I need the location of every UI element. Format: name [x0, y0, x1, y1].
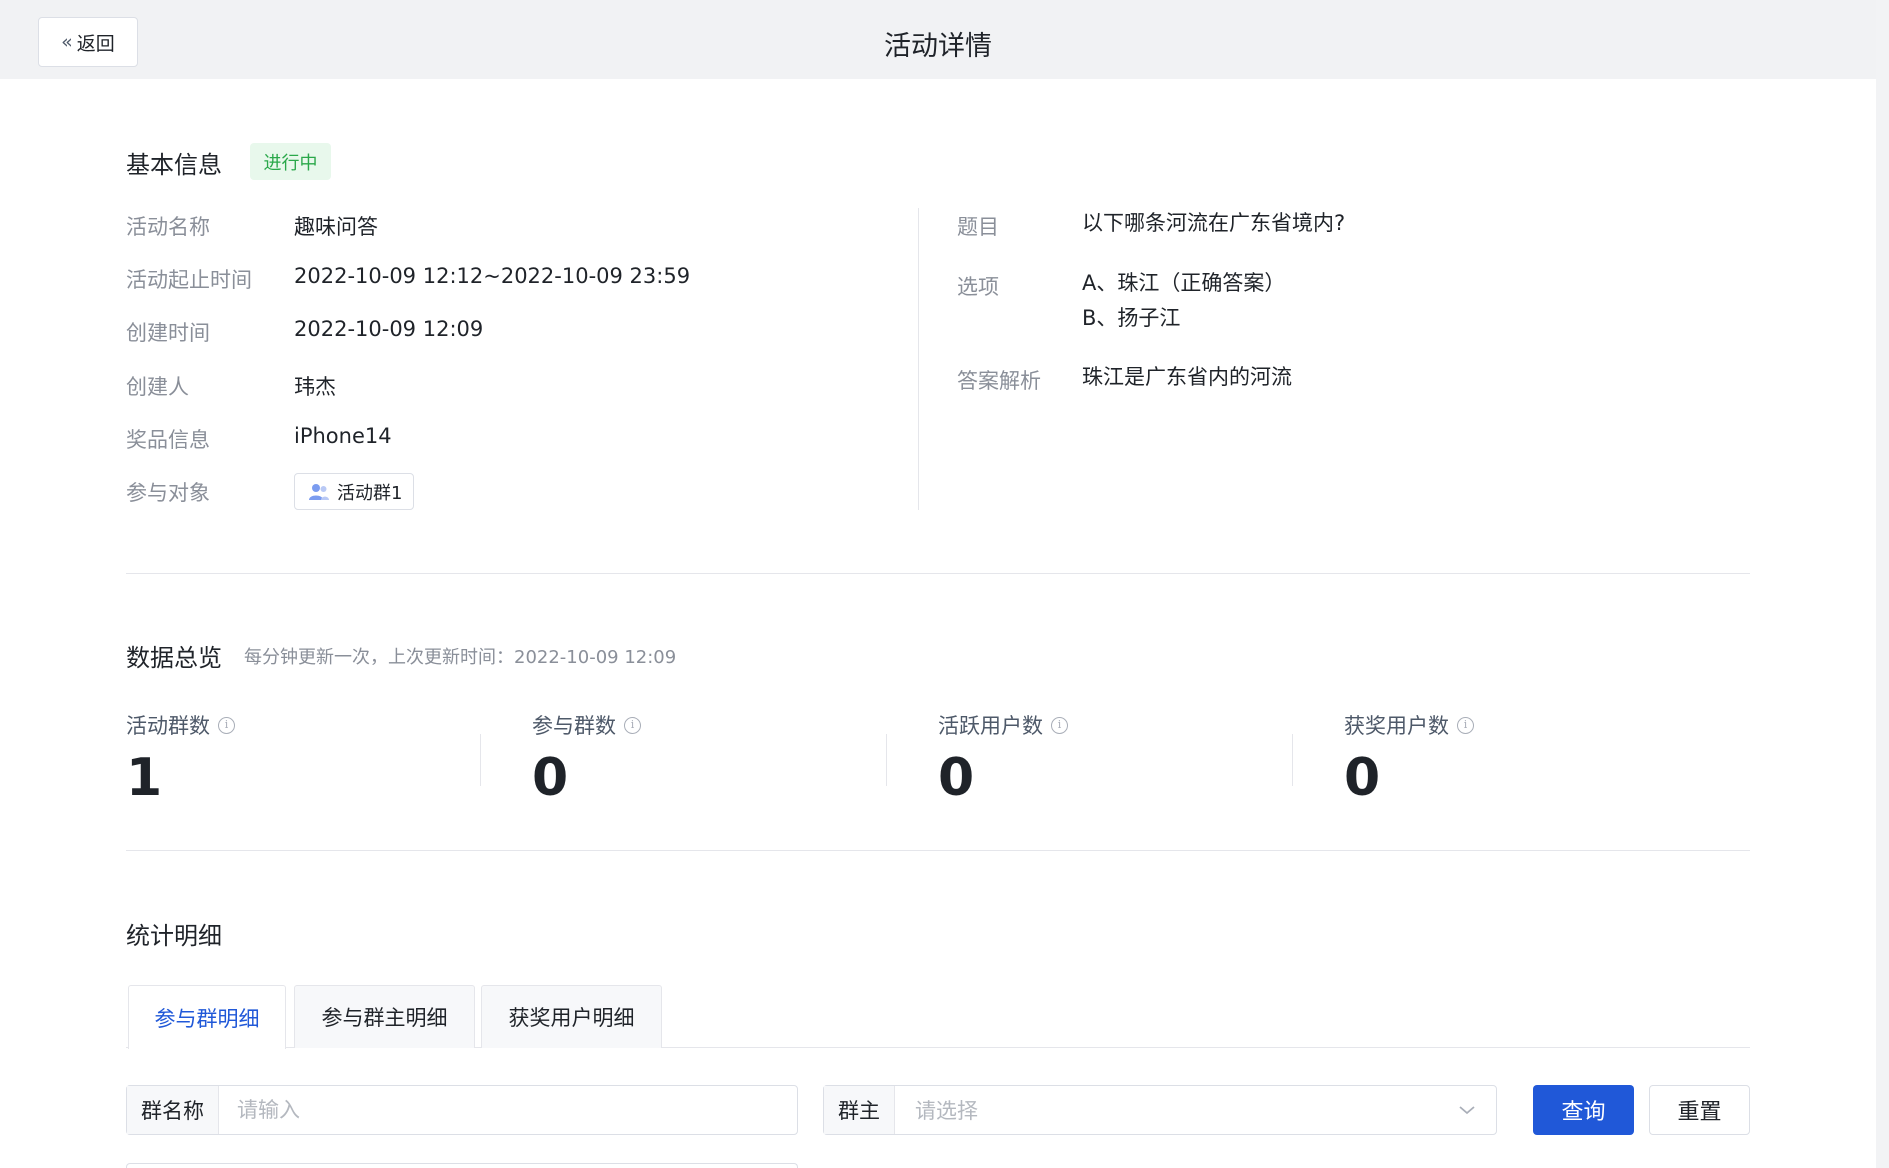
participant-group-label: 活动群1 [337, 482, 403, 504]
stat-value: 0 [1344, 748, 1381, 808]
basic-info-title: 基本信息 [126, 151, 222, 179]
owner-select[interactable]: 请选择 [895, 1086, 1496, 1134]
field-label-creator: 创建人 [126, 375, 189, 399]
option-a: A、珠江（正确答案） [1082, 271, 1286, 295]
field-value-created-time: 2022-10-09 12:09 [294, 317, 484, 341]
next-filter-row-edge [126, 1163, 798, 1168]
analysis-label: 答案解析 [957, 369, 1041, 393]
field-label-participants: 参与对象 [126, 481, 210, 505]
stat-label: 获奖用户数 [1344, 714, 1449, 738]
chevron-down-icon [1459, 1106, 1475, 1115]
field-label-prize: 奖品信息 [126, 428, 210, 452]
tab-joined-groups[interactable]: 参与群明细 [128, 985, 286, 1049]
overview-title: 数据总览 [126, 644, 222, 672]
stat-label: 参与群数 [532, 714, 616, 738]
owner-select-placeholder: 请选择 [915, 1099, 978, 1123]
field-value-creator: 玮杰 [294, 375, 336, 399]
question-label: 题目 [957, 215, 999, 239]
field-label-created-time: 创建时间 [126, 321, 210, 345]
stat-winning-users: 获奖用户数 i 0 [1344, 710, 1724, 810]
group-name-label: 群名称 [127, 1086, 219, 1134]
field-value-prize: iPhone14 [294, 424, 392, 448]
group-name-input[interactable] [219, 1086, 797, 1134]
stat-value: 0 [532, 748, 569, 808]
group-name-filter: 群名称 [126, 1085, 798, 1135]
reset-button[interactable]: 重置 [1649, 1085, 1750, 1135]
right-gutter [1876, 0, 1889, 1168]
stat-value: 1 [126, 748, 163, 808]
stat-value: 0 [938, 748, 975, 808]
info-icon[interactable]: i [1051, 716, 1068, 734]
owner-label: 群主 [824, 1086, 895, 1134]
stat-label: 活跃用户数 [938, 714, 1043, 738]
overview-update-note: 每分钟更新一次，上次更新时间：2022-10-09 12:09 [244, 647, 677, 668]
page-title: 活动详情 [884, 31, 992, 62]
status-badge: 进行中 [250, 143, 331, 180]
participant-group-tag[interactable]: 活动群1 [294, 473, 414, 510]
section-divider-1 [126, 573, 1750, 574]
top-bar: « 返回 活动详情 [0, 0, 1876, 79]
question-value: 以下哪条河流在广东省境内? [1082, 211, 1346, 235]
field-value-activity-period: 2022-10-09 12:12~2022-10-09 23:59 [294, 264, 691, 288]
field-label-activity-name: 活动名称 [126, 215, 210, 239]
tab-winning-users[interactable]: 获奖用户明细 [481, 985, 662, 1048]
analysis-value: 珠江是广东省内的河流 [1082, 365, 1292, 389]
field-value-activity-name: 趣味问答 [294, 215, 378, 239]
stat-divider [1292, 734, 1293, 786]
info-icon[interactable]: i [218, 716, 235, 734]
info-icon[interactable]: i [1457, 716, 1474, 734]
field-label-activity-period: 活动起止时间 [126, 268, 252, 292]
stat-active-users: 活跃用户数 i 0 [938, 710, 1318, 810]
stat-divider [886, 734, 887, 786]
stat-joined-groups: 参与群数 i 0 [532, 710, 912, 810]
stat-activity-groups: 活动群数 i 1 [126, 710, 506, 810]
tab-group-owners[interactable]: 参与群主明细 [294, 985, 475, 1048]
info-icon[interactable]: i [624, 716, 641, 734]
query-button[interactable]: 查询 [1533, 1085, 1634, 1135]
section-divider-2 [126, 850, 1750, 851]
option-b: B、扬子江 [1082, 306, 1181, 330]
info-vertical-divider [918, 208, 919, 510]
owner-filter: 群主 请选择 [823, 1085, 1497, 1135]
stat-divider [480, 734, 481, 786]
group-users-icon [309, 483, 329, 500]
stat-label: 活动群数 [126, 714, 210, 738]
details-title: 统计明细 [126, 922, 222, 950]
options-label: 选项 [957, 275, 999, 299]
